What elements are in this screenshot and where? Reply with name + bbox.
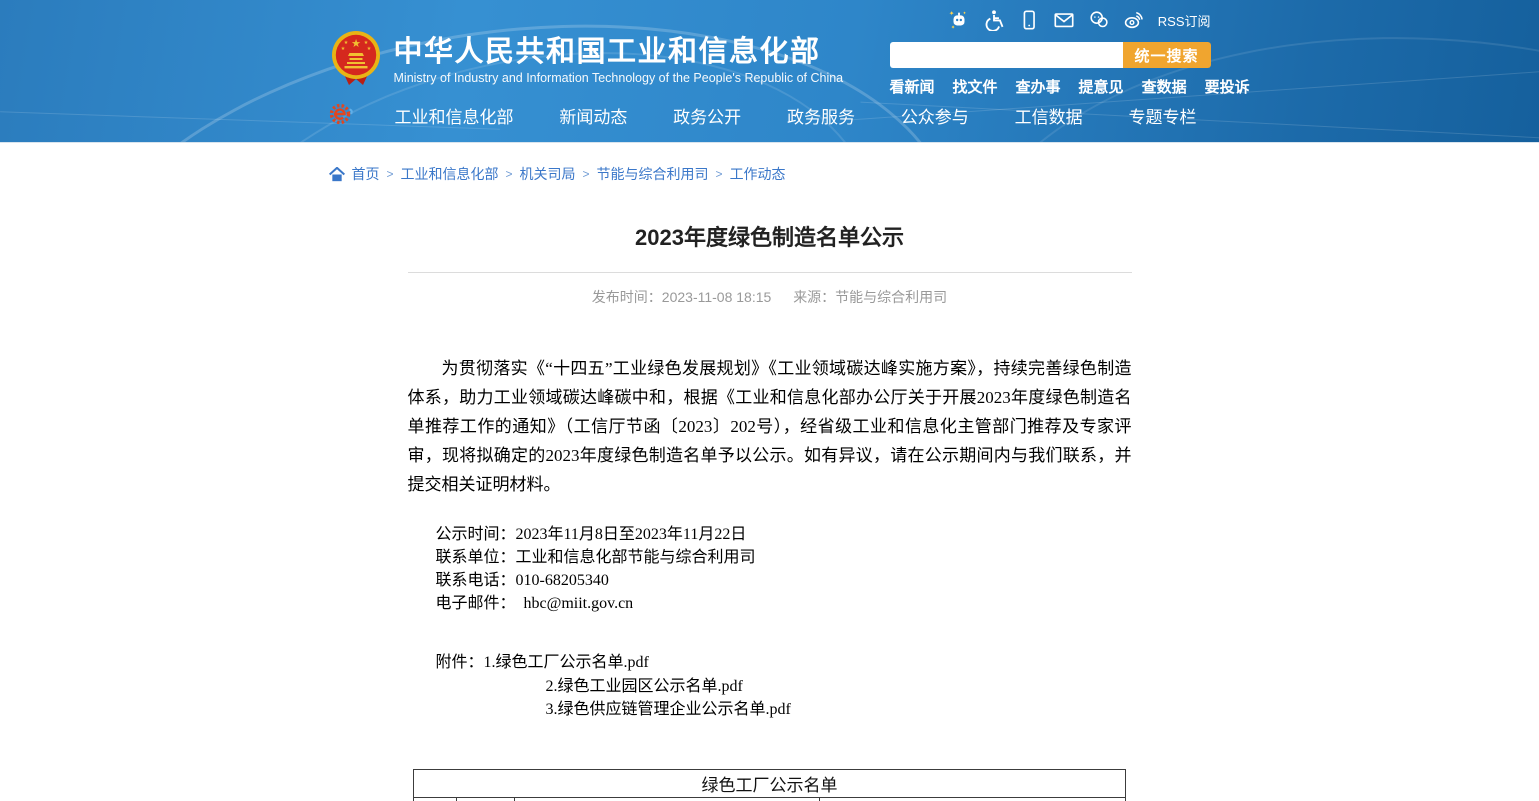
article-title: 2023年度绿色制造名单公示	[408, 220, 1132, 252]
green-factory-table-wrap: 绿色工厂公示名单 序号 地区 工厂名称 第三方评价机构名称 704 山东 山东国…	[413, 769, 1126, 801]
svg-text:★: ★	[366, 46, 371, 52]
quick-links: 看新闻 找文件 查办事 提意见 查数据 要投诉	[890, 76, 1211, 97]
wechat-icon[interactable]	[1088, 9, 1110, 31]
nav-items: 工业和信息化部 新闻动态 政务公开 政务服务 公众参与 工信数据 专题专栏	[395, 103, 1197, 128]
svg-text:✦: ✦	[962, 11, 966, 16]
table-title: 绿色工厂公示名单	[414, 769, 1126, 797]
breadcrumb-separator: >	[716, 167, 723, 181]
attachment-line: 附件：1.绿色工厂公示名单.pdf	[436, 651, 1132, 675]
weibo-icon[interactable]	[1123, 9, 1145, 31]
col-header-agency: 第三方评价机构名称	[819, 797, 1125, 801]
attachments: 附件：1.绿色工厂公示名单.pdf 2.绿色工业园区公示名单.pdf 3.绿色供…	[408, 651, 1132, 722]
breadcrumb-separator: >	[387, 167, 394, 181]
nav-item-miit[interactable]: 工业和信息化部	[395, 103, 514, 128]
col-header-factory: 工厂名称	[515, 797, 820, 801]
unified-search-button[interactable]: 统一搜索	[1123, 42, 1211, 68]
search-area: 统一搜索 看新闻 找文件 查办事 提意见 查数据 要投诉	[890, 42, 1211, 97]
quick-link-news[interactable]: 看新闻	[890, 76, 935, 97]
article-meta: 发布时间：2023-11-08 18:15 来源：节能与综合利用司	[408, 273, 1132, 307]
breadcrumb-separator: >	[506, 167, 513, 181]
nav-item-news[interactable]: 新闻动态	[559, 103, 627, 128]
table-header-row: 序号 地区 工厂名称 第三方评价机构名称	[414, 797, 1126, 801]
attachment-line: 2.绿色工业园区公示名单.pdf	[436, 675, 1132, 699]
article-paragraph: 为贯彻落实《“十四五”工业绿色发展规划》《工业领域碳达峰实施方案》，持续完善绿色…	[408, 354, 1132, 499]
quick-link-services[interactable]: 查办事	[1016, 76, 1061, 97]
site-subtitle: Ministry of Industry and Information Tec…	[394, 71, 844, 85]
site-title: 中华人民共和国工业和信息化部	[394, 36, 844, 68]
attachment-link-2[interactable]: 2.绿色工业园区公示名单.pdf	[546, 678, 743, 695]
national-emblem-logo: ★ ★ ★ ★ ★	[331, 30, 381, 91]
quick-link-feedback[interactable]: 提意见	[1079, 76, 1124, 97]
rss-subscribe-link[interactable]: RSS订阅	[1158, 11, 1211, 30]
svg-text:✦: ✦	[949, 10, 954, 17]
breadcrumb-miit[interactable]: 工业和信息化部	[401, 164, 499, 184]
breadcrumb: 首页 > 工业和信息化部 > 机关司局 > 节能与综合利用司 > 工作动态	[329, 164, 1211, 184]
home-icon[interactable]	[329, 167, 345, 182]
main-nav: 工业和信息化部 新闻动态 政务公开 政务服务 公众参与 工信数据 专题专栏	[329, 100, 1211, 131]
header-inner: ✦ ✦ ✦	[329, 0, 1211, 142]
search-bar: 统一搜索	[890, 42, 1211, 68]
publish-time: 发布时间：2023-11-08 18:15	[592, 289, 772, 305]
contact-info-block: 公示时间：2023年11月8日至2023年11月22日 联系单位：工业和信息化部…	[408, 523, 1132, 615]
breadcrumb-home[interactable]: 首页	[352, 164, 380, 184]
nav-item-gov-serv[interactable]: 政务服务	[787, 103, 855, 128]
svg-text:★: ★	[340, 46, 345, 52]
col-header-region: 地区	[456, 797, 514, 801]
attachment-link-3[interactable]: 3.绿色供应链管理企业公示名单.pdf	[546, 701, 791, 718]
nav-item-public[interactable]: 公众参与	[901, 103, 969, 128]
mobile-icon[interactable]	[1018, 9, 1040, 31]
robot-assistant-icon[interactable]: ✦ ✦ ✦	[948, 9, 970, 31]
article-body: 为贯彻落实《“十四五”工业绿色发展规划》《工业领域碳达峰实施方案》，持续完善绿色…	[408, 354, 1132, 801]
nav-item-gov-open[interactable]: 政务公开	[673, 103, 741, 128]
gear-e-icon	[329, 100, 353, 131]
quick-link-files[interactable]: 找文件	[953, 76, 998, 97]
breadcrumb-energy-dept[interactable]: 节能与综合利用司	[597, 164, 709, 184]
search-input[interactable]	[890, 42, 1123, 68]
article-source: 来源：节能与综合利用司	[793, 289, 947, 305]
green-factory-table: 绿色工厂公示名单 序号 地区 工厂名称 第三方评价机构名称 704 山东 山东国…	[413, 769, 1126, 801]
breadcrumb-work-news[interactable]: 工作动态	[730, 164, 786, 184]
brand-text: 中华人民共和国工业和信息化部 Ministry of Industry and …	[394, 36, 844, 85]
mail-icon[interactable]	[1053, 9, 1075, 31]
contact-email-line: 电子邮件： hbc@miit.gov.cn	[436, 592, 1132, 615]
nav-item-data[interactable]: 工信数据	[1015, 103, 1083, 128]
breadcrumb-separator: >	[583, 167, 590, 181]
contact-phone-line: 联系电话：010-68205340	[436, 569, 1132, 592]
table-title-row: 绿色工厂公示名单	[414, 769, 1126, 797]
svg-text:✦: ✦	[951, 24, 956, 31]
breadcrumb-bureaus[interactable]: 机关司局	[520, 164, 576, 184]
col-header-seq: 序号	[414, 797, 457, 801]
publicity-period-line: 公示时间：2023年11月8日至2023年11月22日	[436, 523, 1132, 546]
article: 2023年度绿色制造名单公示 发布时间：2023-11-08 18:15 来源：…	[408, 220, 1132, 801]
site-header: ✦ ✦ ✦	[0, 0, 1539, 143]
accessibility-icon[interactable]	[983, 9, 1005, 31]
top-icon-row: ✦ ✦ ✦	[948, 9, 1211, 31]
quick-link-complaint[interactable]: 要投诉	[1205, 76, 1250, 97]
attachments-label: 附件：	[436, 654, 484, 671]
attachment-link-1[interactable]: 1.绿色工厂公示名单.pdf	[484, 654, 649, 671]
contact-unit-line: 联系单位：工业和信息化部节能与综合利用司	[436, 546, 1132, 569]
svg-text:★: ★	[351, 38, 361, 50]
attachment-line: 3.绿色供应链管理企业公示名单.pdf	[436, 698, 1132, 722]
quick-link-data[interactable]: 查数据	[1142, 76, 1187, 97]
nav-item-topics[interactable]: 专题专栏	[1128, 103, 1196, 128]
brand[interactable]: ★ ★ ★ ★ ★ 中华人民共和国工业和信息化部 Ministry of Ind…	[331, 30, 844, 91]
